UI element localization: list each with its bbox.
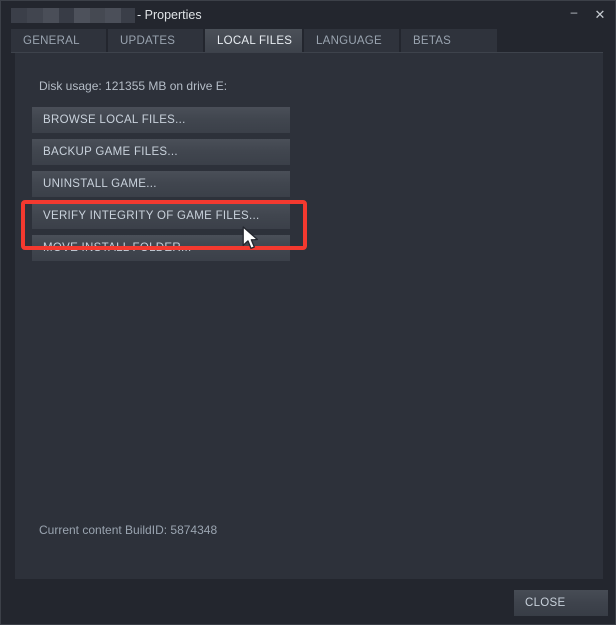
close-icon[interactable]: ✕ bbox=[587, 4, 613, 26]
close-button[interactable]: CLOSE bbox=[514, 590, 608, 616]
window-title: - Properties bbox=[11, 7, 202, 23]
tab-language[interactable]: LANGUAGE bbox=[304, 29, 399, 53]
tab-updates[interactable]: UPDATES bbox=[108, 29, 203, 53]
tab-local-files[interactable]: LOCAL FILES bbox=[205, 29, 302, 53]
browse-local-files-button[interactable]: BROWSE LOCAL FILES... bbox=[32, 107, 290, 133]
title-bar: - Properties – ✕ bbox=[1, 1, 615, 28]
window-title-suffix: - Properties bbox=[137, 8, 202, 22]
backup-game-files-button[interactable]: BACKUP GAME FILES... bbox=[32, 139, 290, 165]
tab-general[interactable]: GENERAL bbox=[11, 29, 106, 53]
tab-betas[interactable]: BETAS bbox=[401, 29, 497, 53]
disk-usage-label: Disk usage: 121355 MB on drive E: bbox=[39, 79, 228, 93]
local-files-panel: Disk usage: 121355 MB on drive E: BROWSE… bbox=[15, 53, 603, 579]
move-install-folder-button[interactable]: MOVE INSTALL FOLDER... bbox=[32, 235, 290, 261]
window-controls: – ✕ bbox=[561, 1, 613, 28]
minimize-icon[interactable]: – bbox=[561, 1, 587, 28]
properties-dialog: - Properties – ✕ GENERAL UPDATES LOCAL F… bbox=[0, 0, 616, 625]
build-id-label: Current content BuildID: 5874348 bbox=[39, 523, 218, 537]
redacted-game-name bbox=[11, 7, 135, 23]
uninstall-game-button[interactable]: UNINSTALL GAME... bbox=[32, 171, 290, 197]
verify-integrity-button[interactable]: VERIFY INTEGRITY OF GAME FILES... bbox=[32, 203, 290, 229]
dialog-footer: CLOSE bbox=[1, 579, 615, 624]
tab-strip: GENERAL UPDATES LOCAL FILES LANGUAGE BET… bbox=[1, 28, 615, 53]
